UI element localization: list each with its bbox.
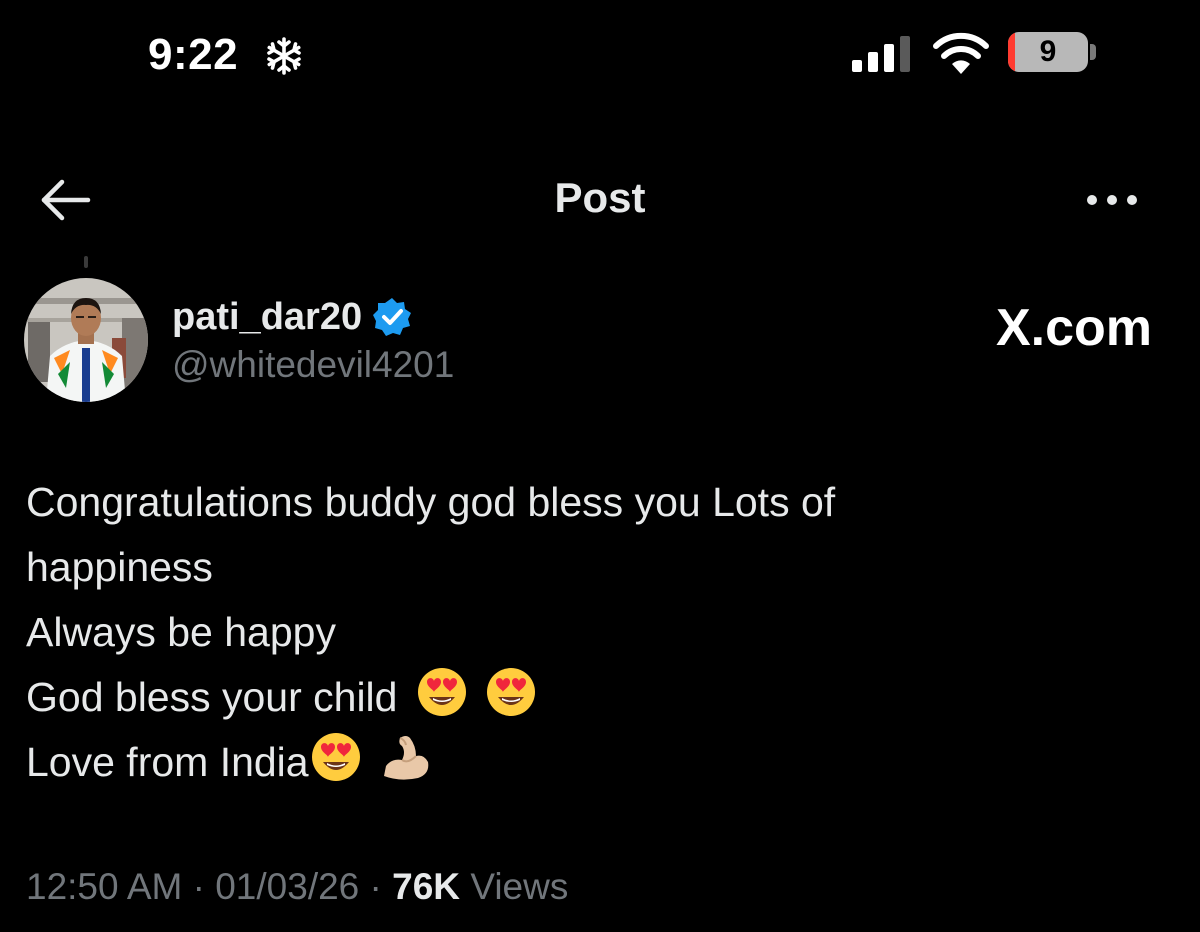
heart-eyes-emoji bbox=[487, 668, 536, 716]
post-time[interactable]: 12:50 AM bbox=[26, 866, 182, 907]
more-options-icon[interactable] bbox=[1080, 186, 1144, 214]
post-date[interactable]: 01/03/26 bbox=[215, 866, 359, 907]
post-text: Congratulations buddy god bless you Lots… bbox=[26, 470, 1166, 795]
verified-badge-icon bbox=[373, 298, 412, 336]
heart-eyes-emoji bbox=[311, 733, 360, 781]
x-com-watermark: X.com bbox=[995, 299, 1152, 357]
post-meta: 12:50 AM · 01/03/26 · 76K Views bbox=[26, 866, 568, 908]
heart-eyes-emoji bbox=[417, 668, 466, 716]
wifi-icon bbox=[933, 32, 989, 74]
meta-separator: · bbox=[369, 866, 382, 907]
post-line: Congratulations buddy god bless you Lots… bbox=[26, 479, 836, 525]
post-line: happiness bbox=[26, 544, 213, 590]
battery-level: 9 bbox=[1039, 35, 1057, 68]
post-line-text: God bless your child bbox=[26, 674, 398, 720]
page-title: Post bbox=[554, 174, 646, 221]
views-label[interactable]: Views bbox=[470, 866, 568, 907]
author-name-row[interactable]: pati_dar20 bbox=[172, 292, 412, 342]
battery-cap bbox=[1090, 44, 1096, 60]
avatar-image bbox=[24, 278, 148, 402]
post-header: Post bbox=[0, 160, 1200, 240]
thread-connector bbox=[84, 256, 88, 268]
cellular-signal-icon bbox=[852, 36, 910, 72]
flexed-biceps-emoji bbox=[384, 736, 429, 780]
views-count[interactable]: 76K bbox=[392, 866, 460, 907]
author-handle[interactable]: @whitedevil4201 bbox=[172, 344, 454, 386]
post-line-with-emoji: Love from India bbox=[26, 730, 1166, 795]
status-time: 9:22 bbox=[148, 30, 239, 79]
post-line-with-emoji: God bless your child bbox=[26, 665, 1166, 730]
snowflake-icon bbox=[267, 37, 301, 75]
meta-separator: · bbox=[192, 866, 205, 907]
battery-icon: 9 bbox=[1008, 32, 1088, 72]
post-line: Always be happy bbox=[26, 609, 336, 655]
post-line-text: Love from India bbox=[26, 739, 309, 785]
author-display-name: pati_dar20 bbox=[172, 295, 363, 338]
status-bar: 9:22 9 bbox=[0, 0, 1200, 110]
avatar[interactable] bbox=[24, 278, 148, 402]
